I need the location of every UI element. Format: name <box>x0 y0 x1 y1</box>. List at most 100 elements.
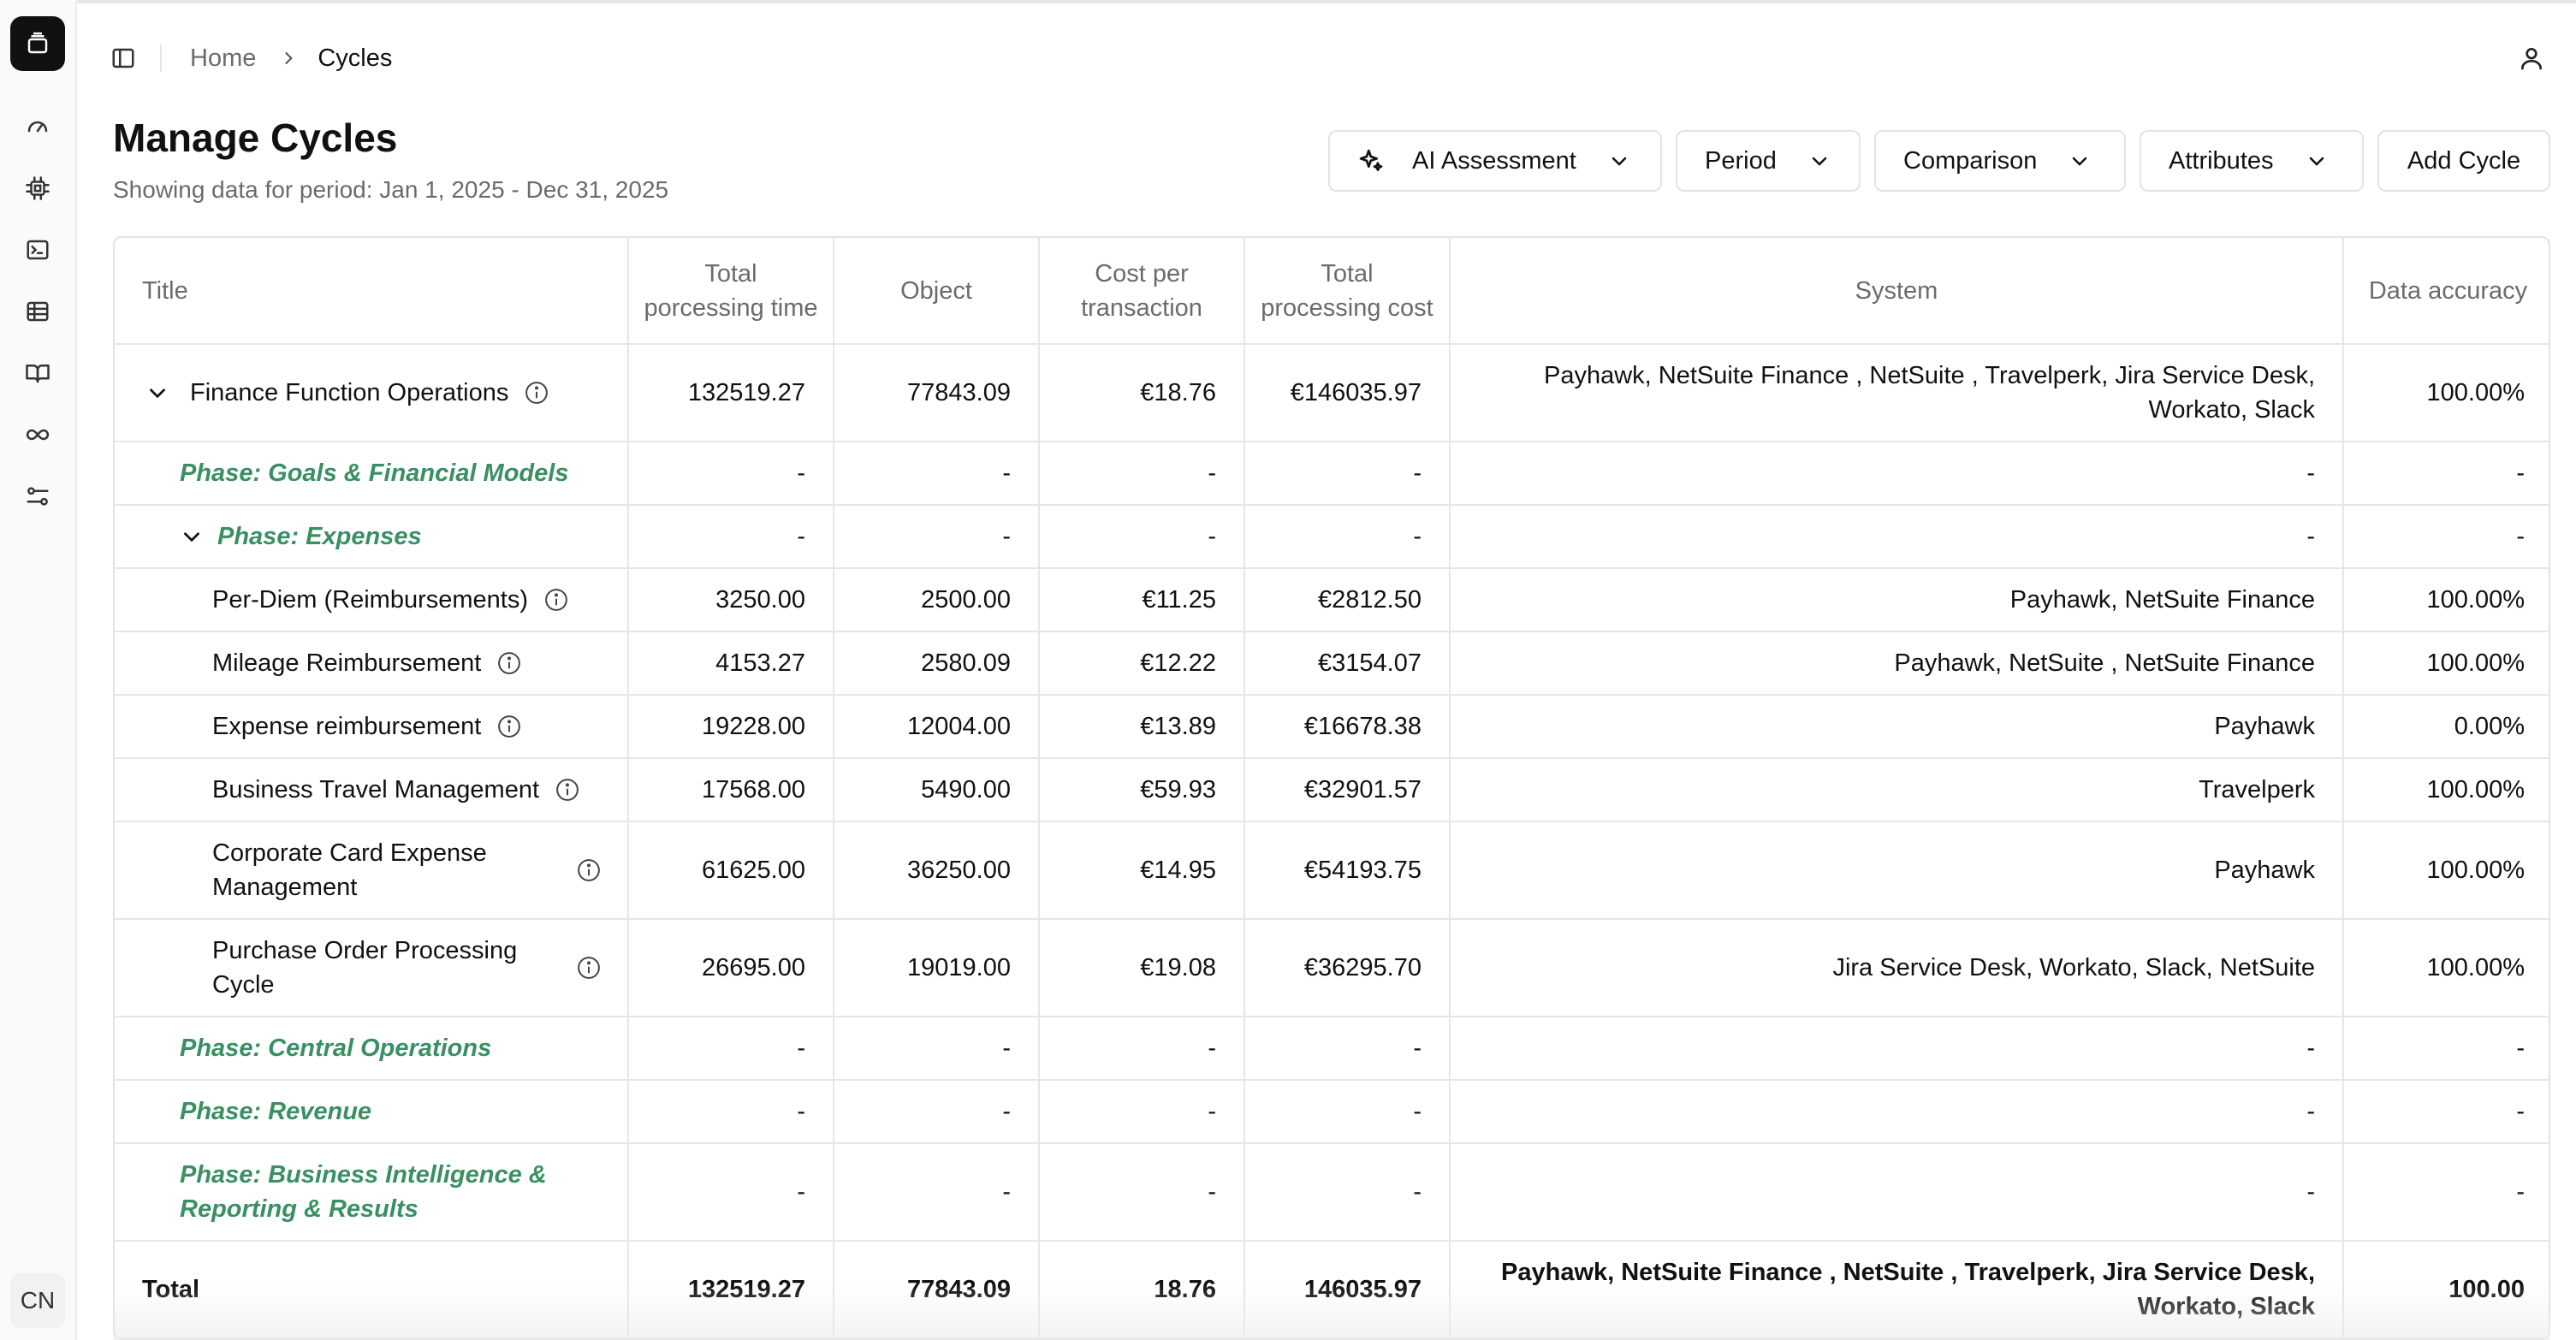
panel-left-icon <box>112 48 134 68</box>
info-icon[interactable] <box>496 714 522 739</box>
total-label: Total <box>115 1241 629 1338</box>
phase-row[interactable]: Phase: Goals & Financial Models - - - - … <box>115 442 2549 506</box>
cell-total-processing-cost: €54193.75 <box>1244 821 1451 920</box>
column-header-data-accuracy[interactable]: Data accuracy <box>2343 238 2549 345</box>
cell-system: Payhawk, NetSuite Finance , NetSuite , T… <box>1450 344 2344 442</box>
ai-assessment-label: AI Assessment <box>1412 146 1576 175</box>
info-icon[interactable] <box>576 955 602 981</box>
row-title: Mileage Reimbursement <box>212 649 482 677</box>
cell-dash: - <box>2343 505 2549 569</box>
cell-total-processing-cost: €32901.57 <box>1244 758 1451 822</box>
cell-dash: - <box>1039 442 1245 506</box>
cell-data-accuracy: 100.00% <box>2343 919 2549 1017</box>
cell-dash: - <box>628 1143 834 1242</box>
dashboard-icon[interactable] <box>21 110 55 144</box>
cell-total-processing-cost: €2812.50 <box>1244 568 1451 632</box>
user-menu-button[interactable] <box>2513 39 2550 77</box>
period-label: Period <box>1705 146 1777 175</box>
infinity-icon[interactable] <box>21 418 55 452</box>
info-icon[interactable] <box>496 650 522 676</box>
cell-data-accuracy: 0.00% <box>2343 695 2549 759</box>
table-row[interactable]: Purchase Order Processing Cycle 26695.00… <box>115 919 2549 1017</box>
total-processing-time: 132519.27 <box>628 1241 834 1338</box>
cell-dash: - <box>1039 505 1245 569</box>
cell-dash: - <box>2343 1143 2549 1242</box>
table-row[interactable]: Mileage Reimbursement 4153.27 2580.09 €1… <box>115 631 2549 696</box>
cell-cost-per-transaction: €12.22 <box>1039 631 1245 696</box>
breadcrumb-home-link[interactable]: Home <box>190 44 256 73</box>
phase-row[interactable]: Phase: Central Operations - - - - - - <box>115 1017 2549 1081</box>
cell-total-processing-cost: €146035.97 <box>1244 344 1451 442</box>
cell-dash: - <box>1039 1080 1245 1144</box>
page-title: Manage Cycles <box>113 116 398 160</box>
cell-cost-per-transaction: €14.95 <box>1039 821 1245 920</box>
total-processing-cost: 146035.97 <box>1244 1241 1451 1338</box>
avatar[interactable]: CN <box>10 1273 65 1328</box>
phase-row[interactable]: Phase: Business Intelligence & Reporting… <box>115 1143 2549 1242</box>
table-row[interactable]: Business Travel Management 17568.00 5490… <box>115 758 2549 822</box>
cpu-icon[interactable] <box>21 171 55 205</box>
attributes-dropdown[interactable]: Attributes <box>2140 130 2364 192</box>
book-icon[interactable] <box>21 356 55 390</box>
cell-dash: - <box>834 1017 1040 1081</box>
sparkles-icon <box>1359 149 1383 171</box>
total-cost-per-transaction: 18.76 <box>1039 1241 1245 1338</box>
user-icon <box>2521 48 2542 70</box>
cell-dash: - <box>2343 442 2549 506</box>
column-header-object[interactable]: Object <box>834 238 1040 345</box>
sliders-icon[interactable] <box>21 479 55 513</box>
cell-system: Payhawk, NetSuite Finance <box>1450 568 2344 632</box>
cell-dash: - <box>628 1017 834 1081</box>
comparison-dropdown[interactable]: Comparison <box>1874 130 2126 192</box>
info-icon[interactable] <box>543 587 569 613</box>
column-header-total-processing-time[interactable]: Total porcessing time <box>628 238 834 345</box>
table-row[interactable]: Per-Diem (Reimbursements) 3250.00 2500.0… <box>115 568 2549 632</box>
column-header-cost-per-transaction[interactable]: Cost per transaction <box>1039 238 1245 345</box>
cell-object: 2580.09 <box>834 631 1040 696</box>
terminal-icon[interactable] <box>21 233 55 267</box>
cell-dash: - <box>834 505 1040 569</box>
phase-label: Phase: Expenses <box>217 523 422 550</box>
attributes-label: Attributes <box>2169 146 2274 175</box>
table-row[interactable]: Finance Function Operations 132519.27 77… <box>115 344 2549 442</box>
chevron-down-icon <box>2069 151 2090 171</box>
table-icon[interactable] <box>21 294 55 329</box>
cell-total-processing-time: 17568.00 <box>628 758 834 822</box>
cell-total-processing-time: 19228.00 <box>628 695 834 759</box>
row-title: Purchase Order Processing Cycle <box>212 937 518 999</box>
cell-system: Payhawk <box>1450 821 2344 920</box>
cell-dash: - <box>628 442 834 506</box>
cell-total-processing-time: 61625.00 <box>628 821 834 920</box>
cell-total-processing-cost: €3154.07 <box>1244 631 1451 696</box>
sidebar-toggle-button[interactable] <box>106 41 140 75</box>
cell-dash: - <box>834 1143 1040 1242</box>
app-logo-icon[interactable] <box>10 16 65 71</box>
cell-object: 77843.09 <box>834 344 1040 442</box>
column-header-system[interactable]: System <box>1450 238 2344 345</box>
cell-data-accuracy: 100.00% <box>2343 344 2549 442</box>
cell-object: 2500.00 <box>834 568 1040 632</box>
phase-row[interactable]: Phase: Revenue - - - - - - <box>115 1080 2549 1144</box>
cell-total-processing-time: 3250.00 <box>628 568 834 632</box>
chevron-down-icon[interactable] <box>176 521 207 552</box>
row-title: Per-Diem (Reimbursements) <box>212 586 529 614</box>
info-icon[interactable] <box>524 380 549 406</box>
cell-cost-per-transaction: €59.93 <box>1039 758 1245 822</box>
chevron-down-icon[interactable] <box>142 377 173 408</box>
info-icon[interactable] <box>555 777 580 803</box>
ai-assessment-dropdown[interactable]: AI Assessment <box>1328 130 1662 192</box>
table-row[interactable]: Corporate Card Expense Management 61625.… <box>115 821 2549 920</box>
column-header-total-processing-cost[interactable]: Total processing cost <box>1244 238 1451 345</box>
cell-system: Payhawk <box>1450 695 2344 759</box>
table-row[interactable]: Expense reimbursement 19228.00 12004.00 … <box>115 695 2549 759</box>
cell-object: 19019.00 <box>834 919 1040 1017</box>
column-header-title[interactable]: Title <box>115 238 629 345</box>
phase-row[interactable]: Phase: Expenses - - - - - - <box>115 505 2549 569</box>
add-cycle-button[interactable]: Add Cycle <box>2377 130 2550 192</box>
cell-dash: - <box>628 1080 834 1144</box>
period-dropdown[interactable]: Period <box>1676 130 1861 192</box>
info-icon[interactable] <box>576 857 602 883</box>
cell-dash: - <box>1244 1080 1451 1144</box>
cell-cost-per-transaction: €13.89 <box>1039 695 1245 759</box>
period-subtitle: Showing data for period: Jan 1, 2025 - D… <box>113 176 669 203</box>
